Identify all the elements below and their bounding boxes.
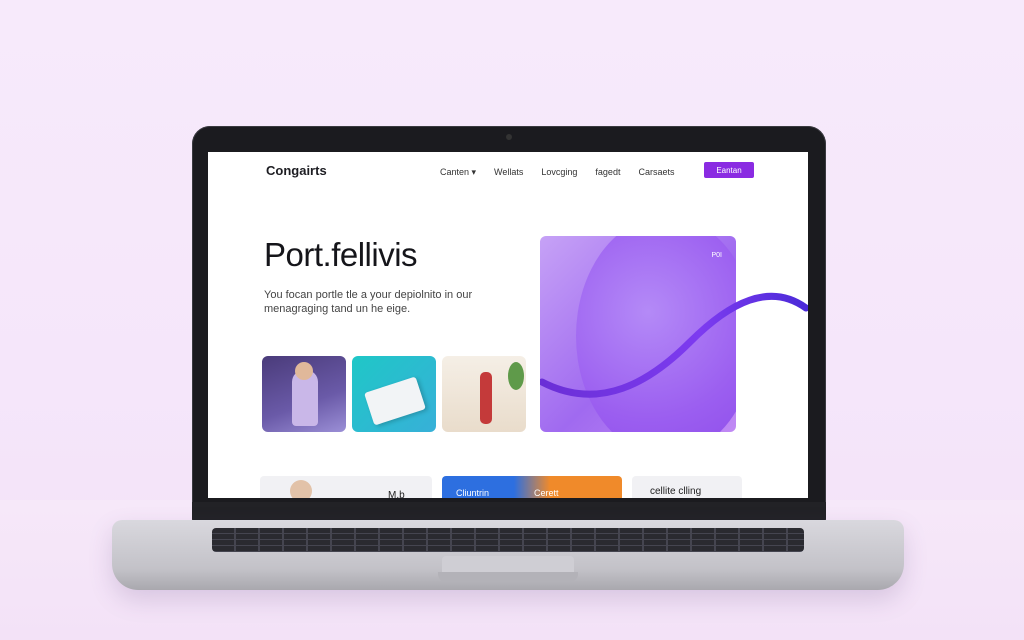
nav-link[interactable]: Canten ▾ bbox=[440, 167, 476, 178]
figure-head bbox=[295, 362, 313, 380]
promo-card[interactable]: Cliuntrin Cerett bbox=[442, 476, 622, 498]
hero-description: You focan portle tle a your depiolnito i… bbox=[264, 289, 473, 315]
nav-link[interactable]: fagedt bbox=[595, 167, 620, 178]
portfolio-thumbnail-cards[interactable] bbox=[352, 356, 436, 432]
nav-link[interactable]: Wellats bbox=[494, 167, 523, 178]
bottom-cards: M.b Cliuntrin Cerett cellite clling bbox=[260, 476, 760, 498]
card-label: cellite clling bbox=[650, 486, 702, 497]
camera-icon bbox=[506, 134, 512, 140]
testimonial-card[interactable]: M.b bbox=[260, 476, 432, 498]
nav-links: Canten ▾ Wellats Lovcging fagedt Carsaet… bbox=[440, 167, 674, 178]
card-label: Cerett bbox=[534, 488, 559, 498]
site-logo[interactable]: Congairts bbox=[266, 163, 327, 178]
card-shape bbox=[364, 376, 426, 426]
site-navbar: Congairts Canten ▾ Wellats Lovcging fage… bbox=[208, 152, 808, 192]
card-label: Cliuntrin bbox=[456, 488, 490, 498]
keyboard bbox=[212, 528, 804, 552]
person-shape bbox=[480, 372, 492, 424]
laptop-screen: Congairts Canten ▾ Wellats Lovcging fage… bbox=[208, 152, 808, 498]
avatar bbox=[290, 480, 312, 498]
laptop-lid: Congairts Canten ▾ Wellats Lovcging fage… bbox=[192, 126, 826, 524]
laptop-base bbox=[112, 520, 904, 590]
card-label: M.b bbox=[388, 490, 405, 498]
nav-cta-button[interactable]: Eantan bbox=[704, 162, 754, 178]
nav-link[interactable]: Lovcging bbox=[541, 167, 577, 178]
wave-ribbon bbox=[540, 292, 808, 398]
artwork-tag: P0I bbox=[711, 252, 722, 259]
plant-shape bbox=[508, 362, 524, 390]
portfolio-thumbnail-room[interactable] bbox=[442, 356, 526, 432]
portfolio-thumbnail-person[interactable] bbox=[262, 356, 346, 432]
hero-title: Port.fellivis bbox=[264, 236, 418, 273]
feature-card[interactable]: cellite clling bbox=[632, 476, 742, 498]
nav-link[interactable]: Carsaets bbox=[638, 167, 674, 178]
lid-notch bbox=[438, 572, 578, 582]
